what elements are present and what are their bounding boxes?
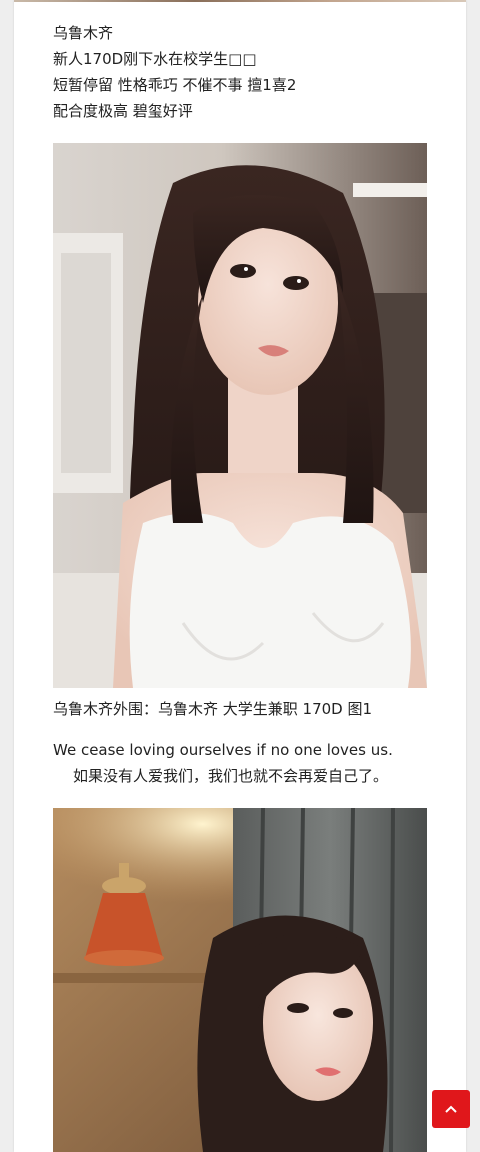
quote-english: We cease loving ourselves if no one love…	[53, 741, 393, 759]
scroll-to-top-button[interactable]	[432, 1090, 470, 1128]
quote-chinese: 如果没有人爱我们，我们也就不会再爱自己了。	[73, 767, 389, 785]
photo-caption: 乌鲁木齐外围：乌鲁木齐 大学生兼职 170D 图1	[53, 700, 373, 718]
header-image-strip	[14, 0, 466, 2]
article-card: 乌鲁木齐 新人170D刚下水在校学生□□ 短暂停留 性格乖巧 不催不事 擅1喜2…	[14, 0, 466, 1152]
article-city: 乌鲁木齐	[53, 24, 114, 42]
article-line-2: 短暂停留 性格乖巧 不催不事 擅1喜2	[53, 76, 297, 94]
article-photo-2	[53, 808, 427, 1152]
chevron-up-icon	[445, 1105, 457, 1113]
article-line-3: 配合度极高 碧玺好评	[53, 102, 193, 120]
article-photo-1	[53, 143, 427, 688]
article-line-1: 新人170D刚下水在校学生□□	[53, 50, 257, 68]
